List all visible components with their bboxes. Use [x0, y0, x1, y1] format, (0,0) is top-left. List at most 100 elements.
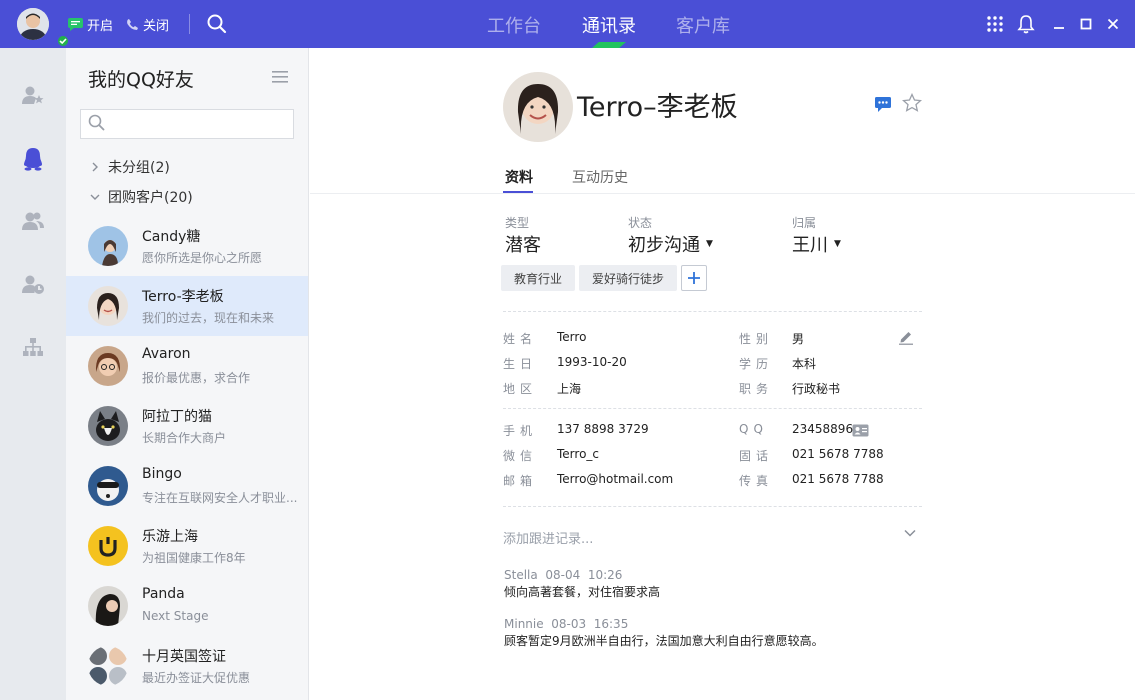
minimize-icon[interactable] [1049, 14, 1069, 34]
contact-signature: 报价最优惠，求合作 [142, 371, 251, 385]
field-label-fax: 传真 [739, 474, 774, 488]
plus-icon [688, 269, 700, 288]
contact-signature: 为祖国健康工作8年 [142, 551, 246, 565]
field-label-mobile: 手机 [503, 424, 538, 438]
field-label-birthday: 生日 [503, 357, 538, 371]
contact-item[interactable]: 乐游上海 为祖国健康工作8年 [66, 516, 308, 576]
close-window-icon[interactable] [1103, 14, 1123, 34]
contact-signature: 长期合作大商户 [142, 431, 227, 445]
online-status-icon [56, 34, 70, 48]
field-value-name: Terro [557, 330, 587, 344]
contact-item[interactable]: Terro-李老板 我们的过去，现在和未来 [66, 276, 308, 336]
field-label-gender: 性别 [739, 332, 774, 346]
group-group-buy-customers[interactable]: 团购客户(20) [88, 187, 193, 207]
tag-chip[interactable]: 爱好骑行徒步 [579, 265, 678, 291]
contact-item[interactable]: 十月英国签证 最近办签证大促优惠 [66, 636, 308, 696]
field-value-landline: 021 5678 7788 [792, 447, 884, 461]
friends-title: 我的QQ好友 [88, 69, 194, 91]
phone-icon [126, 18, 139, 31]
field-value-region: 上海 [557, 382, 582, 396]
contact-signature: Next Stage [142, 609, 209, 623]
rail-qq-penguin-icon[interactable] [21, 147, 45, 171]
side-rail [0, 48, 66, 700]
field-label-wechat: 微信 [503, 449, 538, 463]
rail-groups-icon[interactable] [21, 209, 45, 233]
avatar [88, 526, 128, 566]
contact-name: Panda [142, 586, 185, 602]
tab-profile[interactable]: 资料 [505, 167, 533, 187]
add-follow-up-input[interactable]: 添加跟进记录... [503, 528, 593, 547]
tab-customer-library[interactable]: 客户库 [676, 12, 730, 38]
group-ungrouped[interactable]: 未分组(2) [88, 157, 170, 177]
bell-icon[interactable] [1016, 14, 1036, 34]
contact-item[interactable]: Candy糖 愿你所选是你心之所愿 [66, 216, 308, 276]
caret-down-icon: ▼ [834, 239, 841, 249]
record-meta: Stella 08-04 10:26 [504, 568, 623, 582]
record-text: 倾向高著套餐，对住宿要求高 [504, 585, 661, 599]
contact-name-heading: Terro–李老板 [577, 92, 738, 123]
open-toggle-button[interactable]: 开启 [68, 15, 113, 34]
owner-dropdown[interactable]: 王川 ▼ [792, 231, 841, 257]
status-dropdown[interactable]: 初步沟通 ▼ [628, 231, 713, 257]
group-label: 未分组(2) [108, 160, 170, 176]
avatar [88, 286, 128, 326]
contact-item[interactable]: 阿拉丁的猫 长期合作大商户 [66, 396, 308, 456]
maximize-icon[interactable] [1076, 14, 1096, 34]
contact-name: Bingo [142, 466, 182, 482]
contact-item[interactable]: Bingo 专注在互联网安全人才职业... [66, 456, 308, 516]
edit-pencil-icon[interactable] [898, 329, 914, 345]
owner-value: 王川 [792, 235, 828, 256]
message-icon [68, 17, 83, 31]
divider [503, 506, 922, 507]
rail-contacts-star-icon[interactable] [21, 83, 45, 107]
rail-org-chart-icon[interactable] [21, 335, 45, 359]
contact-name: 阿拉丁的猫 [142, 409, 212, 425]
status-value: 初步沟通 [628, 235, 700, 256]
avatar [88, 466, 128, 506]
field-value-education: 本科 [792, 357, 817, 371]
contact-signature: 愿你所选是你心之所愿 [142, 251, 263, 265]
chevron-down-icon[interactable] [903, 525, 917, 539]
contact-name: Avaron [142, 346, 191, 362]
contact-item[interactable]: Panda Next Stage [66, 576, 308, 636]
divider [503, 408, 922, 409]
field-value-qq: 23458896 [792, 422, 854, 436]
contact-avatar [503, 72, 573, 142]
contact-card-icon[interactable] [852, 422, 869, 437]
title-bar: 开启 关闭 工作台 通讯录 客户库 [0, 0, 1135, 48]
chat-icon[interactable] [874, 95, 892, 113]
avatar [88, 646, 128, 686]
avatar [88, 346, 128, 386]
rail-customer-lock-icon[interactable] [21, 272, 45, 296]
status-label: 状态 [628, 216, 653, 230]
tab-interaction-history[interactable]: 互动历史 [572, 167, 628, 187]
field-label-qq: QQ [739, 422, 768, 436]
friends-panel: 我的QQ好友 未分组(2) 团购客户(20) Candy糖 愿你所选是你心之所愿… [66, 48, 309, 700]
contact-name: Candy糖 [142, 229, 201, 245]
star-icon[interactable] [901, 92, 923, 113]
apps-grid-icon[interactable] [985, 14, 1005, 34]
friends-search-input[interactable] [111, 111, 291, 137]
divider [310, 193, 1135, 194]
friends-search-box[interactable] [80, 109, 294, 139]
field-value-gender: 男 [792, 332, 805, 346]
search-icon[interactable] [206, 13, 228, 35]
close-toggle-button[interactable]: 关闭 [126, 15, 169, 34]
record-meta: Minnie 08-03 16:35 [504, 617, 629, 631]
avatar [88, 586, 128, 626]
contact-item[interactable]: Avaron 报价最优惠，求合作 [66, 336, 308, 396]
field-label-name: 姓名 [503, 332, 538, 346]
menu-icon[interactable] [272, 69, 288, 83]
contact-name: 十月英国签证 [142, 649, 226, 665]
user-avatar[interactable] [17, 8, 70, 48]
add-tag-button[interactable] [681, 265, 707, 291]
tab-contacts[interactable]: 通讯录 [582, 12, 636, 38]
field-label-position: 职务 [739, 382, 774, 396]
record-text: 顾客暂定9月欧洲半自由行，法国加意大利自由行意愿较高。 [504, 634, 824, 648]
separator [189, 14, 190, 34]
owner-label: 归属 [792, 216, 817, 230]
tab-workbench[interactable]: 工作台 [487, 12, 541, 38]
tag-chip[interactable]: 教育行业 [501, 265, 576, 291]
avatar [88, 406, 128, 446]
field-value-position: 行政秘书 [792, 382, 841, 396]
